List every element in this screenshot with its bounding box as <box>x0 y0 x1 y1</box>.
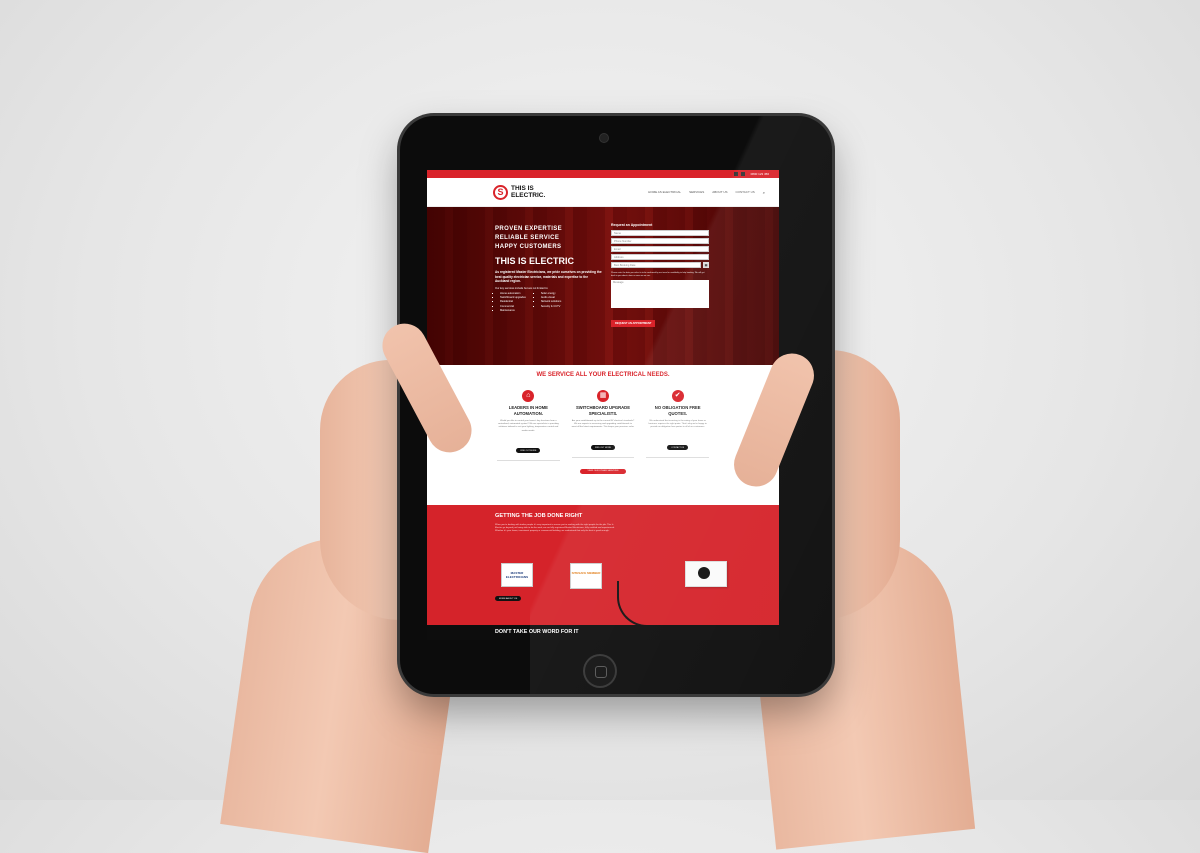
feature-card: ✔ NO OBLIGATION FREE QUOTES. We understa… <box>646 390 710 461</box>
hero-title: THIS IS ELECTRIC <box>495 256 575 266</box>
services-list-left: Home automation Switchboard upgrades Res… <box>495 292 526 314</box>
feature-list: ⌂ LEADERS IN HOME AUTOMATION. Would you … <box>427 390 779 461</box>
message-field[interactable]: Message <box>611 279 709 308</box>
nav-item-services[interactable]: SERVICES <box>689 190 704 195</box>
phone-field[interactable]: Phone Number <box>611 238 709 244</box>
section-title: DON'T TAKE OUR WORD FOR IT <box>495 629 579 635</box>
home-button[interactable] <box>585 656 615 686</box>
view-services-button[interactable]: VIEW OUR OTHER SERVICES <box>580 468 626 474</box>
hero-description: As registered Master Electricians, we pr… <box>495 270 602 283</box>
hero-tagline: HAPPY CUSTOMERS <box>495 244 562 250</box>
services-list-right: Solar energy Audio visual Network soluti… <box>536 292 561 314</box>
appointment-form: Request an Appointment Name Phone Number… <box>611 223 709 329</box>
nav-item-contact[interactable]: CONTACT US <box>736 190 755 195</box>
list-item: Security & CCTV <box>541 305 561 309</box>
divider <box>571 456 635 458</box>
checkmark-icon: ✔ <box>671 390 684 402</box>
logo-text: THIS IS ELECTRIC. <box>511 185 546 199</box>
logo-mark: S <box>493 184 508 200</box>
nav-menu: HOME AS ELECTRICAL SERVICES ABOUT US CON… <box>648 190 765 195</box>
camera-icon <box>600 134 608 142</box>
hero-section: PROVEN EXPERTISE RELIABLE SERVICE HAPPY … <box>427 207 779 365</box>
feature-title: LEADERS IN HOME AUTOMATION. <box>508 405 548 416</box>
divider <box>497 459 560 461</box>
quality-section: GETTING THE JOB DONE RIGHT When you're d… <box>427 505 779 627</box>
power-cord-image <box>617 581 739 627</box>
address-field[interactable]: Address <box>611 254 709 260</box>
section-title: GETTING THE JOB DONE RIGHT <box>495 513 583 519</box>
sitesafe-badge: SITESAFE MEMBER <box>570 563 602 589</box>
date-row: Best Booking Date ▦ <box>611 262 709 270</box>
hero-content: PROVEN EXPERTISE RELIABLE SERVICE HAPPY … <box>495 225 603 314</box>
section-text: When you're dealing with trades people i… <box>495 524 615 533</box>
feature-card: ⌂ LEADERS IN HOME AUTOMATION. Would you … <box>497 390 560 461</box>
feature-title: NO OBLIGATION FREE QUOTES. <box>654 405 701 416</box>
date-field[interactable]: Best Booking Date <box>611 262 701 268</box>
about-us-button[interactable]: MORE ABOUT US <box>495 596 522 602</box>
contact-us-button[interactable]: CONTACT US <box>667 445 689 451</box>
linkedin-icon[interactable] <box>740 172 745 176</box>
submit-button[interactable]: REQUEST AN APPOINTMENT <box>611 319 656 327</box>
testimonials-section: DON'T TAKE OUR WORD FOR IT <box>427 625 779 640</box>
feature-text: Are your switchboards up to the current … <box>571 420 635 429</box>
name-field[interactable]: Name <box>611 230 709 236</box>
services-section: WE SERVICE ALL YOUR ELECTRICAL NEEDS. ⌂ … <box>427 365 779 505</box>
feature-title: SWITCHBOARD UPGRADE SPECIALISTS. <box>576 405 630 416</box>
top-bar: 0800 123 456 <box>427 170 779 178</box>
form-title: Request an Appointment <box>611 223 653 227</box>
feature-text: We understand that investing in the wiri… <box>648 420 707 429</box>
calendar-icon[interactable]: ▦ <box>703 262 709 268</box>
email-field[interactable]: Email <box>611 246 709 252</box>
list-item: Maintenance <box>500 309 526 313</box>
hero-tagline: RELIABLE SERVICE <box>495 235 560 241</box>
search-icon[interactable]: ⌕ <box>763 190 765 195</box>
section-title: WE SERVICE ALL YOUR ELECTRICAL NEEDS. <box>536 372 670 378</box>
badge-label: SITESAFE MEMBER <box>571 571 601 575</box>
divider <box>646 456 710 458</box>
form-note: Please note: the date you select is to b… <box>611 272 705 277</box>
services-list: Home automation Switchboard upgrades Res… <box>495 292 603 314</box>
facebook-icon[interactable] <box>733 172 738 176</box>
tablet-screen: 0800 123 456 S THIS IS ELECTRIC. HOME AS… <box>427 170 779 640</box>
switchboard-icon: ▦ <box>597 390 609 402</box>
badge-label: MASTER ELECTRICIANS <box>505 571 529 579</box>
master-electricians-badge: MASTER ELECTRICIANS <box>501 563 533 587</box>
navbar: S THIS IS ELECTRIC. HOME AS ELECTRICAL S… <box>427 178 779 207</box>
site-logo[interactable]: S THIS IS ELECTRIC. <box>493 184 551 200</box>
feature-text: Would you like to control your home's ke… <box>497 420 559 432</box>
hero-tagline: PROVEN EXPERTISE <box>495 226 563 232</box>
home-icon: ⌂ <box>522 390 535 402</box>
plug-image <box>698 567 710 579</box>
find-out-more-button[interactable]: FIND OUT MORE <box>516 448 541 454</box>
find-out-more-button[interactable]: FIND OUT MORE <box>591 445 615 451</box>
services-intro: Our key services include but are not lim… <box>495 286 549 290</box>
nav-item-home[interactable]: HOME AS ELECTRICAL <box>648 190 681 195</box>
phone-number[interactable]: 0800 123 456 <box>751 172 769 176</box>
nav-item-about[interactable]: ABOUT US <box>712 190 727 195</box>
feature-card: ▦ SWITCHBOARD UPGRADE SPECIALISTS. Are y… <box>571 390 635 461</box>
